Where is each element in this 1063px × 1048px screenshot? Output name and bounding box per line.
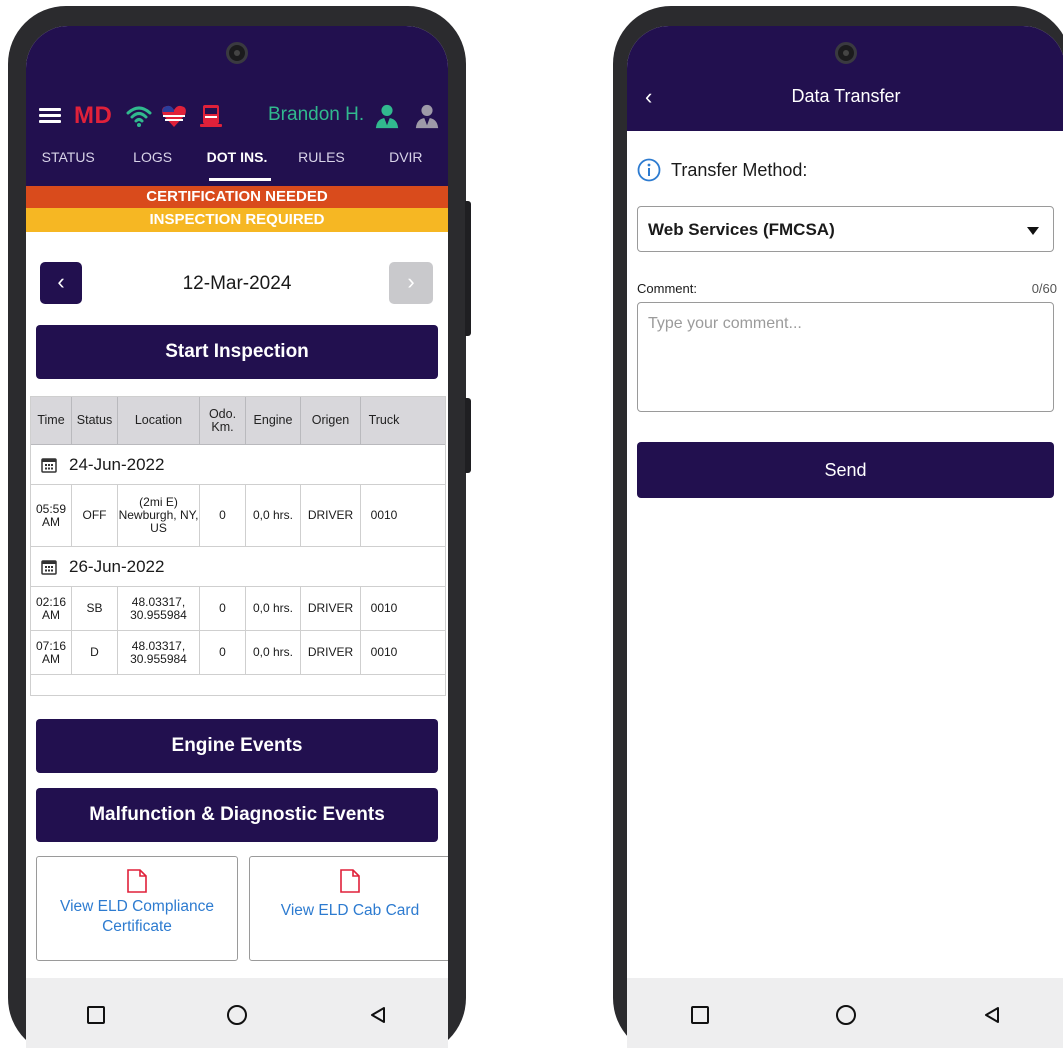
cell-truck: 0010	[370, 645, 398, 659]
cell-engine: 0,0 hrs.	[246, 631, 301, 674]
cell-odometer: 0	[200, 587, 246, 630]
date-group-header: 24-Jun-2022	[31, 445, 445, 485]
send-button[interactable]: Send	[637, 442, 1054, 498]
certification-banner[interactable]: CERTIFICATION NEEDED	[26, 186, 448, 208]
comment-textarea[interactable]: Type your comment...	[637, 302, 1054, 412]
menu-icon[interactable]	[39, 108, 61, 124]
wifi-icon	[126, 106, 152, 127]
cell-status: SB	[72, 587, 118, 630]
column-header: Status	[72, 397, 118, 444]
transfer-method-select[interactable]: Web Services (FMCSA)	[637, 206, 1054, 252]
cell-origen: DRIVER	[301, 587, 361, 630]
comment-char-count: 0/60	[1031, 281, 1057, 296]
cell-time: 05:59 AM	[31, 485, 72, 546]
engine-events-button[interactable]: Engine Events	[36, 719, 438, 773]
cell-odometer: 0	[200, 485, 246, 546]
driver-name[interactable]: Brandon H.	[268, 104, 364, 126]
heart-flag-icon	[162, 105, 186, 127]
next-date-button[interactable]: ›	[389, 262, 433, 304]
co-driver-avatar-icon[interactable]	[414, 103, 440, 129]
nav-back-icon[interactable]	[369, 1006, 387, 1024]
cab-card-label: View ELD Cab Card	[280, 902, 420, 919]
app-header: ‹ Data Transfer	[627, 26, 1063, 131]
inspection-log-table[interactable]: Time Status Location Odo. Km. Engine Ori…	[30, 396, 446, 696]
cell-engine: 0,0 hrs.	[246, 587, 301, 630]
tab-status[interactable]: STATUS	[26, 139, 110, 181]
cell-origen: DRIVER	[301, 631, 361, 674]
android-nav-bar	[26, 978, 448, 1048]
date-group-header: 26-Jun-2022	[31, 547, 445, 587]
malfunction-diagnostic-button[interactable]: Malfunction & Diagnostic Events	[36, 788, 438, 842]
compliance-certificate-card[interactable]: View ELD Compliance Certificate	[36, 856, 238, 961]
cell-engine: 0,0 hrs.	[246, 485, 301, 546]
table-row[interactable]: 05:59 AM OFF (2mi E) Newburgh, NY, US 0 …	[31, 485, 445, 547]
cell-time: 07:16 AM	[31, 631, 72, 674]
info-icon[interactable]	[637, 158, 661, 182]
left-screen: MD Brandon H. STATUS LOGS DOT INS. RULES…	[26, 26, 448, 1048]
power-button	[465, 398, 471, 473]
dropdown-caret-icon	[1027, 227, 1039, 235]
top-bar: MD Brandon H.	[26, 96, 448, 136]
table-row[interactable]: 07:16 AM D 48.03317, 30.955984 0 0,0 hrs…	[31, 631, 445, 675]
group-date: 26-Jun-2022	[69, 556, 165, 576]
compliance-certificate-label: View ELD Compliance Certificate	[60, 898, 214, 935]
cell-location: 48.03317, 30.955984	[118, 631, 200, 674]
cell-truck: 0010	[370, 508, 398, 522]
cell-status: OFF	[72, 485, 118, 546]
cell-location: (2mi E) Newburgh, NY, US	[118, 485, 200, 546]
truck-icon	[200, 105, 222, 127]
transfer-method-row: Transfer Method:	[637, 158, 807, 182]
nav-back-icon[interactable]	[983, 1006, 1001, 1024]
page-title: Data Transfer	[791, 86, 901, 106]
column-header: Engine	[246, 397, 301, 444]
nav-home-icon[interactable]	[835, 1005, 856, 1025]
nav-recents-icon[interactable]	[690, 1006, 709, 1024]
tab-dvir[interactable]: DVIR	[364, 139, 448, 181]
android-nav-bar	[627, 978, 1063, 1048]
calendar-icon	[41, 559, 57, 575]
right-screen: ‹ Data Transfer Transfer Method: Web Ser…	[627, 26, 1063, 1048]
cell-location: 48.03317, 30.955984	[118, 587, 200, 630]
cell-status: D	[72, 631, 118, 674]
pdf-icon	[340, 869, 360, 893]
left-phone: MD Brandon H. STATUS LOGS DOT INS. RULES…	[8, 6, 471, 1048]
start-inspection-button[interactable]: Start Inspection	[36, 325, 438, 379]
column-header: Time	[31, 397, 72, 444]
tab-bar: STATUS LOGS DOT INS. RULES DVIR	[26, 139, 448, 181]
comment-label: Comment:	[637, 281, 697, 296]
volume-button	[465, 201, 471, 336]
transfer-method-value: Web Services (FMCSA)	[648, 220, 835, 239]
column-header: Location	[118, 397, 200, 444]
cell-truck: 0010	[370, 601, 398, 615]
table-row[interactable]: 02:16 AM SB 48.03317, 30.955984 0 0,0 hr…	[31, 587, 445, 631]
brand-logo: MD	[74, 102, 113, 129]
chevron-right-icon: ›	[407, 269, 415, 294]
nav-home-icon[interactable]	[227, 1005, 247, 1025]
current-date: 12-Mar-2024	[182, 273, 292, 294]
cell-origen: DRIVER	[301, 485, 361, 546]
right-phone: ‹ Data Transfer Transfer Method: Web Ser…	[613, 6, 1063, 1048]
tab-rules[interactable]: RULES	[279, 139, 363, 181]
front-camera	[835, 42, 857, 64]
driver-avatar-icon[interactable]	[374, 103, 400, 129]
pdf-icon	[127, 869, 147, 893]
table-header: Time Status Location Odo. Km. Engine Ori…	[31, 397, 445, 445]
transfer-method-label: Transfer Method:	[671, 159, 808, 180]
cell-time: 02:16 AM	[31, 587, 72, 630]
calendar-icon	[41, 457, 57, 473]
column-header: Origen	[301, 397, 361, 444]
nav-recents-icon[interactable]	[87, 1006, 105, 1024]
tab-dot-inspection[interactable]: DOT INS.	[195, 139, 279, 181]
inspection-banner[interactable]: INSPECTION REQUIRED	[26, 208, 448, 232]
front-camera	[226, 42, 248, 64]
cab-card-card[interactable]: View ELD Cab Card	[249, 856, 448, 961]
cell-odometer: 0	[200, 631, 246, 674]
app-header: MD Brandon H. STATUS LOGS DOT INS. RULES…	[26, 26, 448, 186]
group-date: 24-Jun-2022	[69, 454, 165, 474]
column-header: Odo. Km.	[200, 397, 246, 444]
tab-logs[interactable]: LOGS	[110, 139, 194, 181]
column-header: Truck	[368, 413, 400, 427]
